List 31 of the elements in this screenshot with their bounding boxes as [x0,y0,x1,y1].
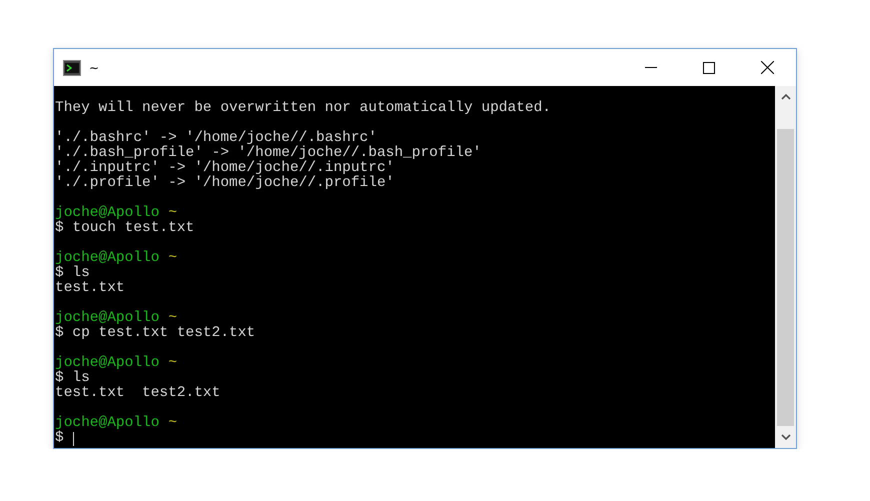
prompt-path: ~ [168,206,178,221]
output-line: They will never be overwritten nor automatically updated. [55,100,551,117]
window-title: ~ [89,60,100,74]
command-line: $ touch test.txt [55,220,194,237]
command-line: $ cp test.txt test2.txt [55,325,256,342]
prompt-user: joche@Apollo [55,206,160,221]
command-line: $ ls [55,370,90,386]
output-line: './.inputrc' -> '/home/joche//.inputrc' [55,160,394,176]
scroll-thumb[interactable] [777,129,794,426]
output-line: './.bashrc' -> '/home/joche//.bashrc' [55,130,377,146]
command-line: $ [55,430,64,447]
prompt-path: ~ [168,416,178,431]
output-line: './.profile' -> '/home/joche//.profile' [55,175,394,192]
maximize-icon [703,62,715,74]
prompt-user: joche@Apollo [55,311,160,326]
prompt-user: joche@Apollo [55,251,160,266]
terminal-icon [63,60,81,76]
close-icon [760,61,774,74]
output-line: test.txt [55,280,125,297]
scroll-up-icon[interactable] [780,94,790,100]
minimize-icon [645,67,657,68]
output-line: './.bash_profile' -> '/home/joche//.bash_profile' [55,145,482,161]
prompt-user: joche@Apollo [55,356,160,371]
prompt-path: ~ [168,311,178,326]
scroll-down-icon[interactable] [780,434,790,440]
prompt-path: ~ [168,356,178,371]
prompt-path: ~ [168,251,178,266]
output-line: test.txt test2.txt [55,385,220,402]
scrollbar[interactable] [775,86,796,448]
command-line: $ ls [55,265,90,281]
prompt-user: joche@Apollo [55,416,160,431]
